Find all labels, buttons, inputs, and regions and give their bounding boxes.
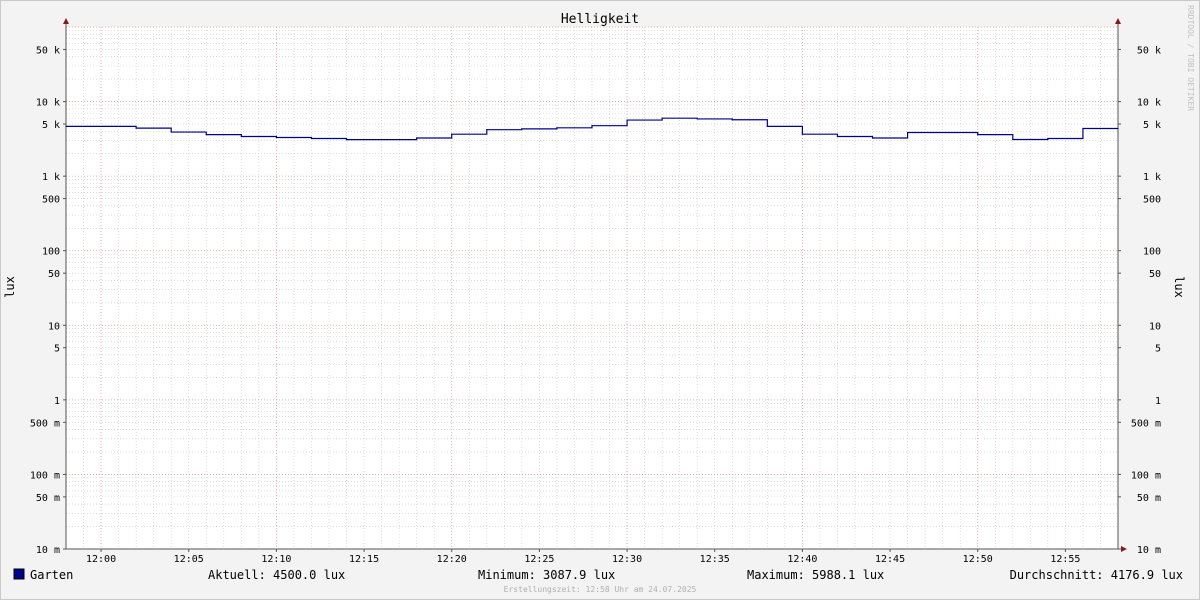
x-tick-label: 12:30 — [612, 554, 642, 565]
data-point — [1082, 127, 1084, 130]
footer-timestamp: Erstellungszeit: 12:58 Uhr am 24.07.2025 — [504, 585, 697, 594]
data-point — [486, 129, 488, 131]
chart-title: Helligkeit — [561, 12, 639, 27]
legend-series-name: Garten — [30, 568, 73, 582]
data-point — [451, 133, 453, 135]
data-point — [977, 134, 979, 136]
y-tick-label-right: 1 k — [1143, 172, 1161, 183]
legend-swatch — [13, 568, 25, 580]
legend-current: Aktuell: 4500.0 lux — [208, 568, 345, 582]
data-point — [661, 117, 663, 119]
data-point — [871, 137, 874, 139]
y-tick-label-right: 10 m — [1137, 545, 1161, 556]
x-tick-label: 12:35 — [700, 554, 730, 565]
data-point — [275, 136, 277, 139]
data-point — [416, 137, 418, 139]
x-tick-label: 12:25 — [524, 554, 554, 565]
y-tick-label-left: 50 m — [36, 493, 60, 504]
y-tick-label-left: 500 — [42, 195, 60, 206]
data-point — [310, 137, 313, 140]
data-point — [696, 118, 698, 120]
x-tick-label: 12:55 — [1050, 554, 1080, 565]
data-point — [591, 125, 593, 127]
y-tick-label-left: 10 k — [36, 98, 60, 109]
y-tick-label-right: 10 k — [1137, 98, 1161, 109]
y-tick-label-right: 50 k — [1137, 45, 1161, 56]
y-tick-label-right: 500 — [1143, 195, 1161, 206]
data-point — [521, 128, 523, 130]
y-tick-label-right: 100 m — [1131, 470, 1161, 481]
x-tick-label: 12:15 — [349, 554, 379, 565]
data-point — [1117, 127, 1119, 130]
data-point — [345, 139, 348, 141]
legend-maximum: Maximum: 5988.1 lux — [747, 568, 884, 582]
data-point — [907, 131, 909, 134]
data-point — [65, 125, 67, 127]
y-tick-label-right: 5 — [1155, 344, 1161, 355]
data-point — [731, 119, 733, 121]
x-tick-label: 12:05 — [174, 554, 204, 565]
data-point — [801, 133, 804, 135]
data-point — [1047, 137, 1049, 140]
watermark: RRDTOOL / TOBI OETIKER — [1186, 5, 1195, 111]
data-point — [766, 125, 768, 127]
y-tick-label-left: 5 k — [42, 120, 60, 131]
data-point — [170, 131, 172, 133]
x-tick-label: 12:45 — [875, 554, 905, 565]
x-tick-label: 12:40 — [787, 554, 817, 565]
x-tick-label: 12:50 — [963, 554, 993, 565]
y-tick-label-right: 50 — [1149, 269, 1161, 280]
data-point — [205, 134, 207, 136]
y-tick-label-right: 500 m — [1131, 418, 1161, 429]
data-point — [556, 127, 558, 129]
y-tick-label-left: 1 k — [42, 172, 60, 183]
y-tick-label-left: 10 m — [36, 545, 60, 556]
x-tick-label: 12:10 — [261, 554, 291, 565]
y-tick-label-left: 100 — [42, 247, 60, 258]
y-axis-label-left: lux — [3, 276, 17, 298]
y-tick-label-right: 50 m — [1137, 493, 1161, 504]
y-tick-label-left: 100 m — [30, 470, 60, 481]
y-tick-label-right: 100 — [1143, 247, 1161, 258]
data-point — [836, 135, 839, 138]
y-tick-label-left: 1 — [54, 396, 60, 407]
chart-frame: 50 k 50 k 10 k 10 k 5 k 5 k 1 k 1 k 500 500 100 100… — [0, 0, 1200, 600]
x-tick-label: 12:20 — [437, 554, 467, 565]
legend-minimum: Minimum: 3087.9 lux — [478, 568, 615, 582]
y-tick-label-right: 10 — [1149, 321, 1161, 332]
y-tick-label-left: 10 — [48, 321, 60, 332]
y-tick-label-left: 50 — [48, 269, 60, 280]
y-tick-label-left: 500 m — [30, 418, 60, 429]
data-point — [1012, 138, 1014, 141]
y-tick-label-right: 5 k — [1143, 120, 1161, 131]
y-tick-label-left: 50 k — [36, 45, 60, 56]
legend-average: Durchschnitt: 4176.9 lux — [1010, 568, 1183, 582]
x-tick-label: 12:00 — [86, 554, 116, 565]
data-point — [135, 127, 137, 129]
data-point — [240, 135, 242, 138]
data-point — [626, 119, 628, 121]
y-axis-label-right: lux — [1172, 276, 1186, 298]
y-tick-label-left: 5 — [54, 344, 60, 355]
y-tick-label-right: 1 — [1155, 396, 1161, 407]
